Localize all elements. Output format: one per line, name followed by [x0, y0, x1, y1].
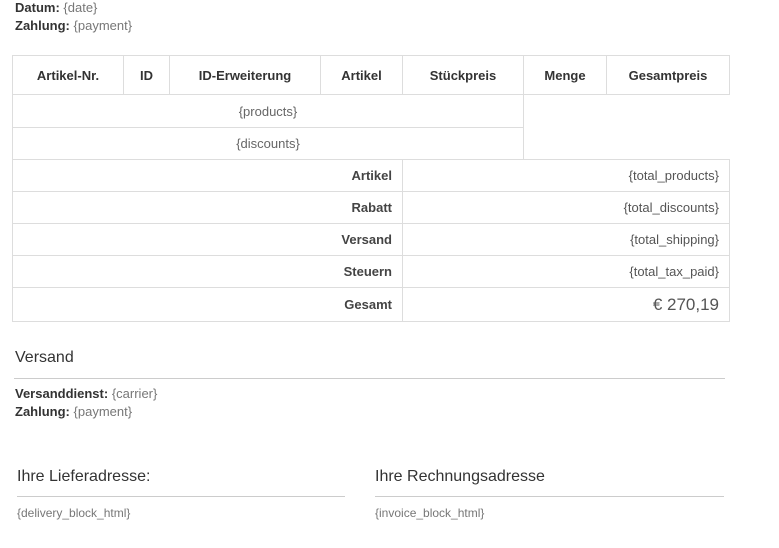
table-header-row: Artikel-Nr. ID ID-Erweiterung Artikel St…	[12, 55, 730, 95]
shipping-payment-value: {payment}	[73, 404, 133, 419]
invoice-divider	[375, 496, 724, 497]
total-discounts-label: Rabatt	[12, 191, 403, 224]
total-shipping-value: {total_shipping}	[402, 223, 730, 256]
empty-cell	[523, 94, 730, 160]
total-tax-value: {total_tax_paid}	[402, 255, 730, 288]
shipping-payment-label: Zahlung:	[15, 404, 70, 419]
carrier-label: Versanddienst:	[15, 386, 109, 401]
grand-total-value: € 270,19	[402, 287, 730, 322]
total-products-value: {total_products}	[402, 159, 730, 192]
header-id-extension: ID-Erweiterung	[169, 55, 321, 95]
products-placeholder: {products}	[12, 94, 524, 128]
date-label: Datum:	[15, 0, 60, 15]
order-table: Artikel-Nr. ID ID-Erweiterung Artikel St…	[12, 55, 730, 322]
shipping-divider	[14, 378, 725, 379]
header-total-price: Gesamtpreis	[606, 55, 730, 95]
payment-label: Zahlung:	[15, 18, 70, 33]
total-row-products: Artikel {total_products}	[12, 159, 730, 192]
date-line: Datum: {date}	[15, 0, 132, 17]
total-row-tax: Steuern {total_tax_paid}	[12, 255, 730, 288]
header-article: Artikel	[320, 55, 403, 95]
payment-line: Zahlung: {payment}	[15, 17, 132, 35]
carrier-line: Versanddienst: {carrier}	[15, 385, 157, 403]
products-row: {products}	[12, 94, 730, 160]
header-quantity: Menge	[523, 55, 607, 95]
total-discounts-value: {total_discounts}	[402, 191, 730, 224]
total-row-grand: Gesamt € 270,19	[12, 287, 730, 322]
shipping-meta: Versanddienst: {carrier} Zahlung: {payme…	[15, 385, 157, 421]
total-shipping-label: Versand	[12, 223, 403, 256]
header-id: ID	[123, 55, 170, 95]
total-row-discounts: Rabatt {total_discounts}	[12, 191, 730, 224]
payment-value: {payment}	[73, 18, 133, 33]
shipping-title: Versand	[15, 349, 74, 366]
date-value: {date}	[63, 0, 98, 15]
header-unit-price: Stückpreis	[402, 55, 524, 95]
carrier-value: {carrier}	[111, 386, 158, 401]
shipping-payment-line: Zahlung: {payment}	[15, 403, 157, 421]
invoice-address-title: Ihre Rechnungsadresse	[375, 468, 545, 485]
discounts-placeholder: {discounts}	[12, 127, 524, 160]
total-row-shipping: Versand {total_shipping}	[12, 223, 730, 256]
order-meta: Datum: {date} Zahlung: {payment}	[15, 0, 132, 35]
delivery-divider	[17, 496, 345, 497]
grand-total-label: Gesamt	[12, 287, 403, 322]
total-tax-label: Steuern	[12, 255, 403, 288]
delivery-address-title: Ihre Lieferadresse:	[17, 468, 151, 485]
invoice-address-value: {invoice_block_html}	[375, 506, 485, 520]
total-products-label: Artikel	[12, 159, 403, 192]
delivery-address-value: {delivery_block_html}	[17, 506, 131, 520]
header-article-number: Artikel-Nr.	[12, 55, 124, 95]
